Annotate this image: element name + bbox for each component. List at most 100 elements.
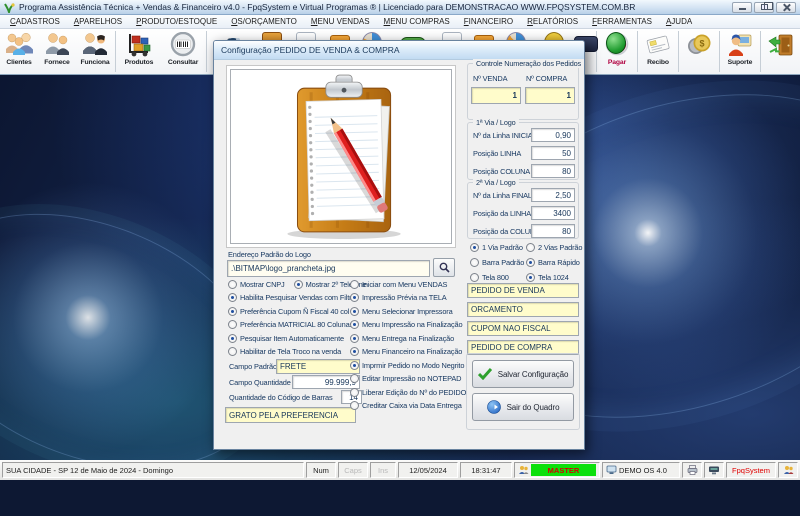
- campo-padrao-field[interactable]: FRETE: [276, 359, 360, 374]
- toolbar-separator: [760, 31, 761, 72]
- save-config-label: Salvar Configuração: [497, 369, 569, 379]
- menu-produto-estoque[interactable]: PRODUTO/ESTOQUE: [129, 17, 224, 26]
- radio-icon: [470, 273, 479, 282]
- browse-logo-button[interactable]: [433, 258, 455, 277]
- radio-icon: [350, 361, 359, 370]
- menu-vendas[interactable]: MENU VENDAS: [304, 17, 377, 26]
- radio-icon: [228, 320, 237, 329]
- compra-number-field[interactable]: 1: [525, 87, 575, 104]
- status-insert: Ins: [370, 462, 396, 478]
- option-label: Menu Impressão na Finalização: [362, 320, 463, 329]
- option-2-vias-padrao[interactable]: 2 Vias Padrão: [526, 242, 582, 253]
- users-icon: [783, 466, 793, 474]
- option-pesquisar-vendas-filtro[interactable]: Habilita Pesquisar Vendas com Filtro: [228, 292, 356, 303]
- close-button[interactable]: [776, 1, 796, 13]
- toolbar-funcionarios-button[interactable]: Funciona: [76, 29, 114, 74]
- status-brand-text: FpqSystem: [732, 465, 770, 475]
- status-display-settings[interactable]: [704, 462, 724, 478]
- option-mostrar-cnpj[interactable]: Mostrar CNPJ: [228, 280, 285, 289]
- window-title: Programa Assistência Técnica + Vendas & …: [19, 2, 636, 12]
- venda-number-field[interactable]: 1: [471, 87, 521, 104]
- via1-posicao-linha-field[interactable]: 50: [531, 146, 575, 160]
- option-label: Preferência Cupom Ñ Fiscal 40 col: [240, 307, 350, 316]
- option-label: 1 Via Padrão: [482, 243, 523, 252]
- option-selecionar-impressora[interactable]: Menu Selecionar Impressora: [350, 306, 453, 317]
- menu-relatorios[interactable]: RELATÓRIOS: [520, 17, 585, 26]
- toolbar-recibo-button[interactable]: Recibo: [639, 29, 677, 74]
- thanks-field: GRATO PELA PREFERENCIA: [225, 407, 356, 423]
- menu-ajuda[interactable]: AJUDA: [659, 17, 699, 26]
- option-entrega-finalizacao[interactable]: Menu Entrega na Finalização: [350, 333, 454, 344]
- menu-compras[interactable]: MENU COMPRAS: [377, 17, 457, 26]
- barcode-search-icon: [170, 32, 196, 57]
- toolbar-fornecedores-button[interactable]: Fornece: [38, 29, 76, 74]
- toolbar-moedas-button[interactable]: $: [680, 29, 718, 74]
- option-label: Impressão Prévia na TELA: [362, 293, 447, 302]
- menu-aparelhos[interactable]: APARELHOS: [67, 17, 129, 26]
- option-liberar-edicao-pedido[interactable]: Liberar Edição do Nº do PEDIDO: [350, 387, 466, 398]
- radio-icon: [350, 374, 359, 383]
- save-config-button[interactable]: Salvar Configuração: [472, 360, 574, 388]
- logo-path-field[interactable]: .\BITMAP\logo_prancheta.jpg: [227, 260, 430, 277]
- option-tela-800[interactable]: Tela 800: [470, 272, 509, 283]
- config-dialog: Configuração PEDIDO DE VENDA & COMPRA En…: [213, 40, 585, 450]
- via2-posicao-coluna-field[interactable]: 80: [531, 224, 575, 238]
- app-icon: [4, 2, 15, 13]
- radio-icon: [350, 334, 359, 343]
- via2-posicao-linha-field[interactable]: 3400: [531, 206, 575, 220]
- status-location-text: SUA CIDADE - SP 12 de Maio de 2024 - Dom…: [6, 465, 174, 475]
- toolbar-sair-button[interactable]: [762, 29, 800, 74]
- via1-posicao-coluna-field[interactable]: 80: [531, 164, 575, 178]
- option-label: Habilita Pesquisar Vendas com Filtro: [240, 293, 356, 302]
- option-impressao-previa[interactable]: Impressão Prévia na TELA: [350, 292, 447, 303]
- option-financeiro-finalizacao[interactable]: Menu Financeiro na Finalização: [350, 346, 462, 357]
- status-users[interactable]: [778, 462, 798, 478]
- menu-financeiro[interactable]: FINANCEIRO: [457, 17, 520, 26]
- option-1-via-padrao[interactable]: 1 Via Padrão: [470, 242, 523, 253]
- minimize-button[interactable]: [732, 1, 752, 13]
- option-creditar-caixa[interactable]: Creditar Caixa via Data Entrega: [350, 400, 462, 411]
- via1-linha-inicial-field[interactable]: 0,90: [531, 128, 575, 142]
- option-tela-troco[interactable]: Habilitar de Tela Troco na venda: [228, 346, 341, 357]
- via2-row-label: Posição da COLUNA: [473, 227, 540, 236]
- menu-os-orcamento[interactable]: OS/ORÇAMENTO: [224, 17, 304, 26]
- option-cupom-nao-fiscal-40col[interactable]: Preferência Cupom Ñ Fiscal 40 col: [228, 306, 349, 317]
- status-demo-text: DEMO OS 4.0: [619, 465, 667, 475]
- option-impressao-finalizacao[interactable]: Menu Impressão na Finalização: [350, 319, 463, 330]
- compra-number-label: Nº COMPRA: [526, 74, 568, 83]
- option-label: Editar Impressão no NOTEPAD: [362, 374, 462, 383]
- option-barra-padrao[interactable]: Barra Padrão: [470, 257, 524, 268]
- toolbar-label: Clientes: [6, 59, 32, 66]
- exit-dialog-button[interactable]: Sair do Quadro: [472, 393, 574, 421]
- toolbar-clientes-button[interactable]: Clientes: [0, 29, 38, 74]
- option-tela-1024[interactable]: Tela 1024: [526, 272, 569, 283]
- toolbar-consultar-button[interactable]: Consultar: [161, 29, 205, 74]
- status-printer[interactable]: [682, 462, 702, 478]
- orcamento-field[interactable]: ORCAMENTO: [467, 302, 579, 317]
- toolbar-separator: [678, 31, 679, 72]
- cupom-nao-fiscal-field[interactable]: CUPOM NAO FISCAL: [467, 321, 579, 336]
- receive-sphere-icon[interactable]: [606, 32, 626, 54]
- restore-button[interactable]: [754, 1, 774, 13]
- toolbar-suporte-button[interactable]: Suporte: [721, 29, 759, 74]
- menu-cadastros[interactable]: CADASTROS: [3, 17, 67, 26]
- pedido-venda-field[interactable]: PEDIDO DE VENDA: [467, 283, 579, 298]
- radio-icon: [228, 280, 237, 289]
- toolbar-separator: [719, 31, 720, 72]
- svg-text:$: $: [699, 39, 704, 49]
- option-pesquisar-item-auto[interactable]: Pesquisar Item Automaticamente: [228, 333, 344, 344]
- menu-ferramentas[interactable]: FERRAMENTAS: [585, 17, 659, 26]
- toolbar-produtos-button[interactable]: Produtos: [117, 29, 161, 74]
- option-iniciar-menu-vendas[interactable]: Iniciar com Menu VENDAS: [350, 279, 447, 290]
- status-brand: FpqSystem: [726, 462, 776, 478]
- via2-linha-final-field[interactable]: 2,50: [531, 188, 575, 202]
- option-editar-notepad[interactable]: Editar Impressão no NOTEPAD: [350, 373, 461, 384]
- option-pedido-negrito[interactable]: Imprmir Pedido no Modo Negrito: [350, 360, 464, 371]
- radio-icon: [228, 293, 237, 302]
- toolbar-label: Pagar: [607, 59, 627, 66]
- status-caps-lock: Caps: [338, 462, 368, 478]
- via2-row-label: Posição da LINHA: [473, 209, 531, 218]
- radio-icon: [228, 334, 237, 343]
- option-barra-rapido[interactable]: Barra Rápido: [526, 257, 580, 268]
- option-matricial-80col[interactable]: Preferência MATRICIAL 80 Colunas: [228, 319, 353, 330]
